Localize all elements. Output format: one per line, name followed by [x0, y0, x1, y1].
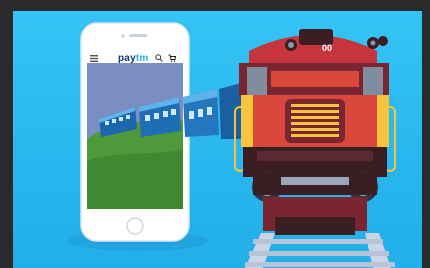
scene-art [68, 22, 396, 268]
hamburger-icon[interactable] [90, 55, 98, 62]
image-frame: paytm 00 [0, 0, 430, 268]
home-button [126, 217, 144, 235]
search-icon[interactable] [155, 54, 163, 62]
cart-icon[interactable] [168, 54, 176, 62]
paytm-logo: paytm [118, 53, 148, 64]
logo-tm-text: tm [135, 53, 149, 64]
locomotive-number: 00 [322, 43, 333, 53]
illustration-scene: paytm 00 [13, 11, 422, 268]
locomotive [234, 29, 396, 235]
railway-track [245, 233, 395, 268]
logo-pay-text: pay [118, 53, 136, 64]
